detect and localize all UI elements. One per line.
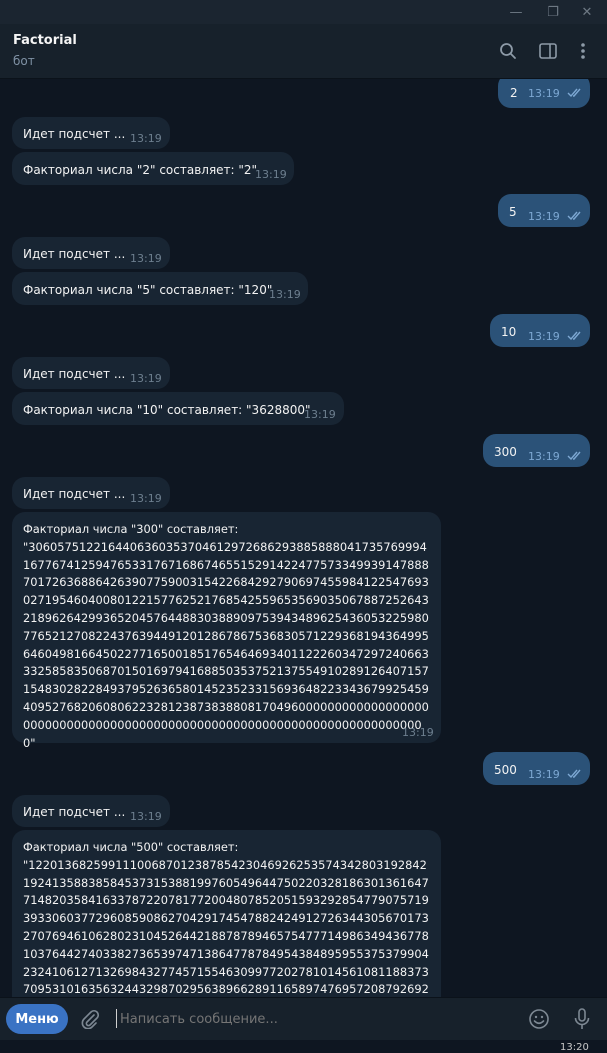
microphone-icon[interactable] bbox=[570, 1007, 594, 1031]
attach-icon[interactable] bbox=[78, 1007, 102, 1031]
window-titlebar: — ❐ ✕ bbox=[0, 0, 607, 24]
message-composer: Меню bbox=[0, 997, 607, 1040]
incoming-message[interactable]: Факториал числа "300" составляет: "30605… bbox=[12, 512, 441, 750]
message-text: 5 bbox=[509, 205, 517, 219]
message-text: Факториал числа "5" составляет: "120" bbox=[23, 283, 273, 297]
message-time: 13:19 bbox=[130, 132, 162, 145]
message-text: Факториал числа "300" составляет: "30605… bbox=[23, 522, 429, 750]
message-time: 13:19 bbox=[528, 768, 560, 781]
message-time: 13:19 bbox=[528, 87, 560, 100]
bottom-strip: 13:20 bbox=[0, 1040, 607, 1053]
message-time: 13:19 bbox=[130, 252, 162, 265]
message-time: 13:19 bbox=[130, 810, 162, 823]
message-text: 300 bbox=[494, 445, 517, 459]
incoming-message[interactable]: Идет подсчет ... 13:19 bbox=[12, 237, 170, 269]
message-text: Факториал числа "500" составляет: "12201… bbox=[23, 840, 429, 997]
message-time: 13:19 bbox=[528, 450, 560, 463]
double-check-icon bbox=[567, 211, 581, 221]
incoming-message[interactable]: Идет подсчет ... 13:19 bbox=[12, 117, 170, 149]
incoming-message[interactable]: Факториал числа "10" составляет: "362880… bbox=[12, 392, 344, 425]
double-check-icon bbox=[567, 769, 581, 779]
message-text: Факториал числа "10" составляет: "362880… bbox=[23, 403, 311, 417]
double-check-icon bbox=[567, 331, 581, 341]
outgoing-message[interactable]: 300 13:19 bbox=[483, 434, 590, 467]
message-list[interactable]: 2 13:19 Идет подсчет ... 13:19 Факториал… bbox=[0, 79, 607, 997]
outgoing-message[interactable]: 10 13:19 bbox=[490, 314, 590, 347]
message-text: Идет подсчет ... bbox=[23, 487, 126, 501]
chat-subtitle: бот bbox=[13, 54, 35, 68]
message-time: 13:19 bbox=[130, 492, 162, 505]
double-check-icon bbox=[567, 88, 581, 98]
message-time: 13:19 bbox=[304, 408, 336, 421]
menu-button[interactable]: Меню bbox=[6, 1004, 68, 1034]
outgoing-message[interactable]: 500 13:19 bbox=[483, 752, 590, 785]
message-text: 10 bbox=[501, 325, 517, 339]
message-time: 13:19 bbox=[130, 372, 162, 385]
outgoing-message[interactable]: 5 13:19 bbox=[498, 194, 590, 227]
restore-button[interactable]: ❐ bbox=[536, 0, 570, 24]
incoming-message[interactable]: Факториал числа "2" составляет: "2" 13:1… bbox=[12, 152, 294, 185]
chat-title: Factorial bbox=[13, 33, 77, 48]
message-time: 13:19 bbox=[402, 726, 434, 739]
message-input[interactable] bbox=[118, 1006, 512, 1032]
incoming-message[interactable]: Идет подсчет ... 13:19 bbox=[12, 795, 170, 827]
message-text: Идет подсчет ... bbox=[23, 247, 126, 261]
close-icon: ✕ bbox=[581, 4, 593, 20]
text-cursor bbox=[116, 1009, 117, 1028]
minimize-icon: — bbox=[509, 4, 523, 20]
more-options-icon[interactable] bbox=[572, 40, 594, 62]
message-text: Идет подсчет ... bbox=[23, 805, 126, 819]
incoming-message[interactable]: Факториал числа "5" составляет: "120" 13… bbox=[12, 272, 308, 305]
outgoing-message[interactable]: 2 13:19 bbox=[498, 79, 590, 108]
message-text: Идет подсчет ... bbox=[23, 367, 126, 381]
double-check-icon bbox=[567, 451, 581, 461]
chat-header[interactable]: Factorial бот bbox=[0, 24, 607, 79]
message-text: Факториал числа "2" составляет: "2" bbox=[23, 163, 258, 177]
message-time: 13:19 bbox=[269, 288, 301, 301]
message-text: 2 bbox=[510, 86, 518, 100]
sidebar-toggle-icon[interactable] bbox=[537, 40, 559, 62]
close-button[interactable]: ✕ bbox=[570, 0, 604, 24]
incoming-message[interactable]: Факториал числа "500" составляет: "12201… bbox=[12, 830, 441, 997]
restore-icon: ❐ bbox=[547, 4, 559, 20]
message-time: 13:19 bbox=[528, 330, 560, 343]
emoji-icon[interactable] bbox=[527, 1007, 551, 1031]
message-text: Идет подсчет ... bbox=[23, 127, 126, 141]
message-text: 500 bbox=[494, 763, 517, 777]
search-icon[interactable] bbox=[497, 40, 519, 62]
minimize-button[interactable]: — bbox=[499, 0, 533, 24]
incoming-message[interactable]: Идет подсчет ... 13:19 bbox=[12, 357, 170, 389]
message-time: 13:19 bbox=[528, 210, 560, 223]
incoming-message[interactable]: Идет подсчет ... 13:19 bbox=[12, 477, 170, 509]
message-time: 13:19 bbox=[255, 168, 287, 181]
